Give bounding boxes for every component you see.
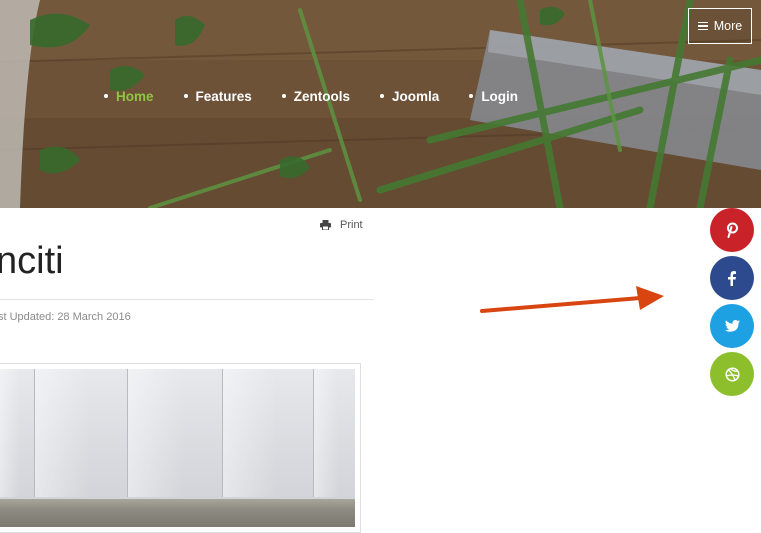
- countertop: [0, 499, 355, 527]
- print-button[interactable]: Print: [320, 219, 363, 231]
- nav-bullet-icon: [281, 94, 286, 98]
- nav-item-features[interactable]: Features: [183, 87, 252, 105]
- article-image: [0, 369, 355, 527]
- cabinet-door: [314, 369, 355, 497]
- nav-bullet-icon: [380, 94, 385, 98]
- nav-bullet-icon: [469, 94, 474, 98]
- facebook-icon: [728, 270, 736, 286]
- cabinet-door: [0, 369, 35, 497]
- nav-item-label: Login: [481, 88, 519, 104]
- more-menu-button[interactable]: More: [688, 8, 752, 44]
- cabinet-door: [128, 369, 223, 497]
- nav-bullet-icon: [183, 94, 188, 98]
- hamburger-icon: [697, 21, 708, 32]
- cabinet-door: [35, 369, 128, 497]
- main-nav: Home Features Zentools Joomla Login: [104, 87, 548, 105]
- nav-bullet-icon: [104, 94, 108, 98]
- nav-item-zentools[interactable]: Zentools: [281, 87, 351, 105]
- twitter-share-button[interactable]: [710, 304, 754, 348]
- title-divider: [0, 299, 374, 300]
- more-menu-label: More: [713, 19, 743, 33]
- hero-banner: Home Features Zentools Joomla Login More: [0, 0, 761, 208]
- nav-item-home[interactable]: Home: [104, 87, 154, 105]
- nav-item-joomla[interactable]: Joomla: [380, 87, 439, 105]
- printer-icon: [320, 220, 331, 230]
- last-updated-date: st Updated: 28 March 2016: [0, 311, 131, 323]
- dribbble-icon: [724, 366, 740, 382]
- print-label: Print: [340, 219, 363, 231]
- nav-item-label: Home: [116, 88, 154, 104]
- nav-item-login[interactable]: Login: [469, 87, 518, 105]
- article-title: nciti: [0, 240, 64, 282]
- social-share-bar: [710, 208, 754, 400]
- nav-item-label: Features: [195, 88, 252, 104]
- facebook-share-button[interactable]: [710, 256, 754, 300]
- cabinet-door: [223, 369, 314, 497]
- pointer-arrow-icon: [480, 286, 664, 313]
- pinterest-icon: [727, 222, 738, 238]
- nav-item-label: Joomla: [392, 88, 440, 104]
- dribbble-share-button[interactable]: [710, 352, 754, 396]
- pinterest-share-button[interactable]: [710, 208, 754, 252]
- nav-item-label: Zentools: [293, 88, 351, 104]
- twitter-icon: [724, 320, 740, 332]
